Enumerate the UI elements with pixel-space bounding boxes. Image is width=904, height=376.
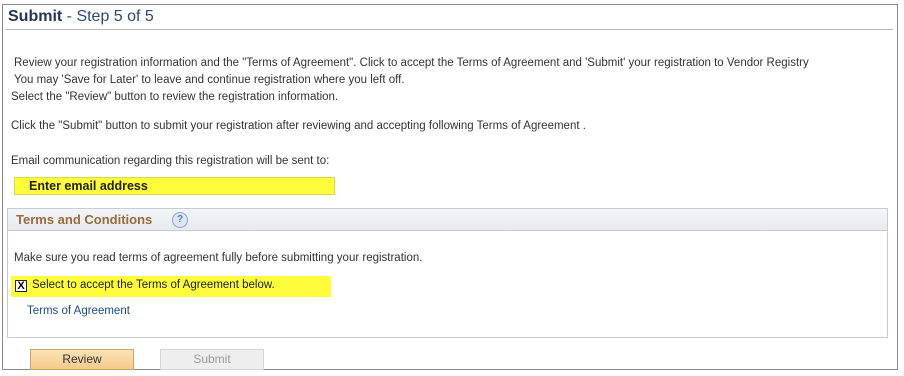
instruction-line-3: Select the "Review" button to review the…	[11, 91, 339, 103]
instruction-line-1: Review your registration information and…	[14, 57, 809, 69]
submit-button[interactable]: Submit	[160, 349, 264, 370]
email-label: Email communication regarding this regis…	[11, 155, 330, 167]
email-field[interactable]: Enter email address	[14, 177, 335, 195]
terms-note: Make sure you read terms of agreement fu…	[14, 252, 423, 264]
instruction-line-4: Click the "Submit" button to submit your…	[11, 120, 586, 132]
terms-section: Terms and Conditions ?	[7, 208, 888, 338]
instruction-line-2: You may 'Save for Later' to leave and co…	[14, 74, 405, 86]
accept-terms-row[interactable]: X Select to accept the Terms of Agreemen…	[11, 276, 331, 297]
accept-terms-label[interactable]: Select to accept the Terms of Agreement …	[32, 279, 275, 291]
terms-title: Terms and Conditions	[16, 212, 153, 227]
page-title-strong: Submit	[8, 8, 63, 25]
accept-terms-checkbox[interactable]: X	[15, 280, 27, 292]
help-icon[interactable]: ?	[172, 212, 188, 228]
page-title: Submit - Step 5 of 5	[8, 8, 154, 26]
title-divider	[6, 29, 893, 30]
page-title-step: - Step 5 of 5	[62, 8, 154, 25]
terms-of-agreement-link[interactable]: Terms of Agreement	[27, 305, 130, 317]
review-button[interactable]: Review	[30, 349, 134, 370]
terms-header: Terms and Conditions ?	[8, 209, 887, 231]
